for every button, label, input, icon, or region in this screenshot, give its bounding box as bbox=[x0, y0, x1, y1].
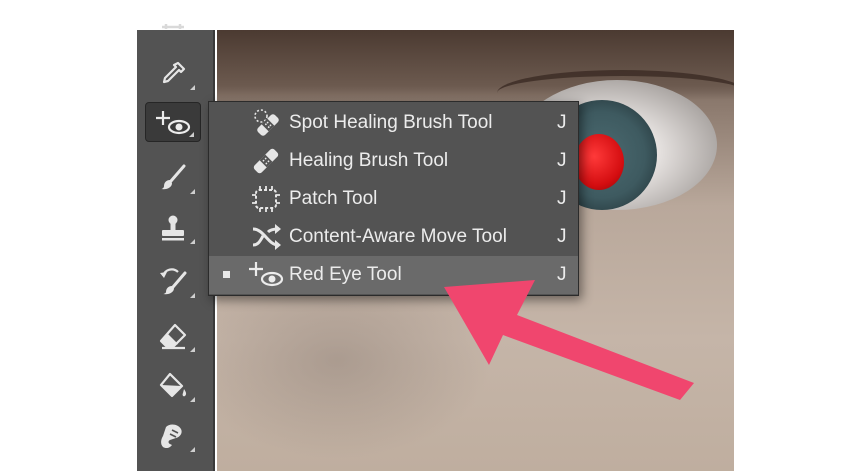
tools-panel bbox=[137, 24, 215, 471]
menu-item-label: Spot Healing Brush Tool bbox=[289, 112, 493, 133]
eraser-icon bbox=[159, 323, 187, 350]
red-eye-icon bbox=[156, 111, 191, 135]
brush-tool-button[interactable] bbox=[145, 158, 201, 198]
menu-item-shortcut: J bbox=[557, 188, 567, 209]
patch-icon bbox=[247, 183, 285, 215]
healing-tools-flyout-menu: Spot Healing Brush Tool J Healing Brush … bbox=[208, 101, 579, 296]
clone-stamp-tool-button[interactable] bbox=[145, 208, 201, 248]
red-eye-pupil bbox=[574, 134, 624, 190]
stamp-icon bbox=[162, 215, 184, 241]
brush-icon bbox=[161, 164, 186, 190]
eraser-tool-button[interactable] bbox=[145, 316, 201, 356]
menu-item-label: Content-Aware Move Tool bbox=[289, 226, 507, 247]
paint-bucket-icon bbox=[159, 372, 187, 398]
menu-item-label: Patch Tool bbox=[289, 188, 378, 209]
menu-item-label: Healing Brush Tool bbox=[289, 150, 449, 171]
selected-indicator bbox=[223, 271, 230, 278]
menu-item-shortcut: J bbox=[557, 226, 567, 247]
menu-item-content-aware-move-tool[interactable]: Content-Aware Move Tool J bbox=[209, 218, 578, 256]
menu-item-spot-healing-brush-tool[interactable]: Spot Healing Brush Tool J bbox=[209, 104, 578, 142]
smudge-tool-button[interactable] bbox=[145, 416, 201, 456]
menu-item-patch-tool[interactable]: Patch Tool J bbox=[209, 180, 578, 218]
tool-group-indicator bbox=[190, 85, 195, 90]
red-eye-icon bbox=[247, 259, 285, 291]
menu-item-shortcut: J bbox=[557, 150, 567, 171]
paint-bucket-tool-button[interactable] bbox=[145, 366, 201, 406]
menu-item-healing-brush-tool[interactable]: Healing Brush Tool J bbox=[209, 142, 578, 180]
menu-item-red-eye-tool[interactable]: Red Eye Tool J bbox=[209, 256, 578, 294]
healing-tools-button[interactable] bbox=[145, 102, 201, 142]
tool-group-indicator bbox=[190, 397, 195, 402]
tool-group-indicator bbox=[190, 189, 195, 194]
smudge-icon bbox=[161, 424, 182, 449]
spot-healing-brush-icon bbox=[247, 107, 285, 139]
content-aware-move-icon bbox=[247, 221, 285, 253]
crop-tool-button[interactable] bbox=[145, 24, 201, 40]
tool-group-indicator bbox=[190, 347, 195, 352]
menu-item-shortcut: J bbox=[557, 112, 567, 133]
tool-group-indicator bbox=[190, 447, 195, 452]
history-brush-icon bbox=[160, 268, 187, 295]
crop-icon bbox=[162, 24, 184, 29]
tool-group-indicator bbox=[190, 293, 195, 298]
history-brush-tool-button[interactable] bbox=[145, 262, 201, 302]
eyedropper-tool-button[interactable] bbox=[145, 54, 201, 94]
tool-group-indicator bbox=[190, 239, 195, 244]
healing-brush-icon bbox=[247, 145, 285, 177]
tool-group-indicator bbox=[189, 132, 194, 137]
menu-item-shortcut: J bbox=[557, 264, 567, 285]
menu-item-label: Red Eye Tool bbox=[289, 264, 402, 285]
eyedropper-icon bbox=[162, 61, 186, 84]
